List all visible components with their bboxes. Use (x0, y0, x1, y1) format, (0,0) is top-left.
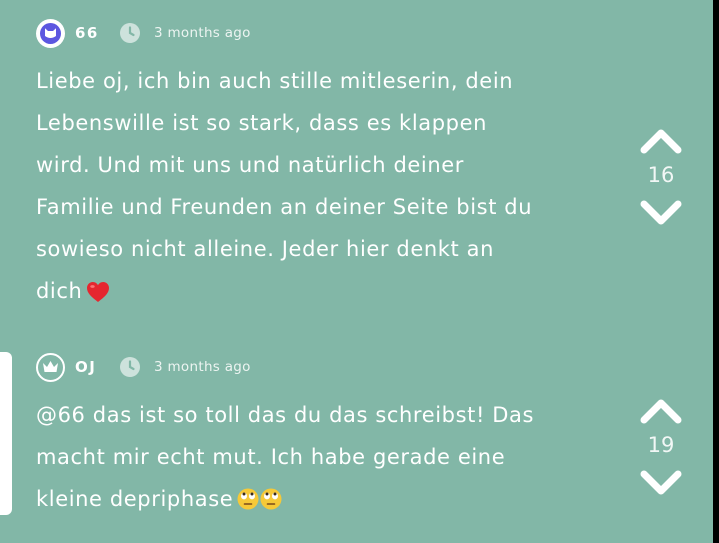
comment-username[interactable]: 66 (75, 24, 119, 42)
comment-line: kleine depriphase (36, 478, 636, 525)
avatar[interactable] (36, 352, 65, 382)
red-heart-icon (86, 275, 110, 317)
upvote-arrow-icon[interactable] (639, 398, 683, 424)
comment-timestamp: 3 months ago (154, 25, 251, 41)
comment-username[interactable]: OJ (75, 358, 119, 376)
vote-count: 16 (647, 163, 675, 187)
crown-icon (43, 361, 58, 372)
comment-timestamp: 3 months ago (154, 359, 251, 375)
comment-body: @66 das ist so toll das du das schreibst… (36, 394, 636, 525)
downvote-arrow-icon[interactable] (639, 200, 683, 226)
comment-line-text: dich (36, 279, 83, 303)
comment-header: 66 3 months ago (36, 18, 636, 48)
comment-line: wird. Und mit uns und natürlich deiner (36, 153, 465, 177)
window-edge (713, 0, 719, 543)
comment-line: dich (36, 270, 636, 317)
clock-icon (119, 22, 141, 44)
downvote-arrow-icon[interactable] (639, 470, 683, 496)
comment-line: sowieso nicht alleine. Jeder hier denkt … (36, 237, 495, 261)
comment-body: Liebe oj, ich bin auch stille mitleserin… (36, 60, 636, 317)
vote-widget-oj: 19 (636, 398, 686, 496)
rolling-eyes-emoji-icon (237, 483, 283, 525)
comment-line-text: kleine depriphase (36, 487, 234, 511)
vote-count: 19 (647, 433, 675, 457)
upvote-arrow-icon[interactable] (639, 128, 683, 154)
comment-line: @66 das ist so toll das du das schreibst… (36, 403, 535, 427)
comment-oj: OJ 3 months ago @66 das ist so toll das … (36, 352, 636, 525)
cat-icon (40, 22, 61, 44)
vote-widget-66: 16 (636, 128, 686, 226)
comment-line: Liebe oj, ich bin auch stille mitleserin… (36, 69, 514, 93)
comment-line: Familie und Freunden an deiner Seite bis… (36, 195, 533, 219)
comment-line: Lebenswille ist so stark, dass es klappe… (36, 111, 488, 135)
avatar[interactable] (36, 18, 65, 48)
comment-header: OJ 3 months ago (36, 352, 636, 382)
comment-66: 66 3 months ago Liebe oj, ich bin auch s… (36, 18, 636, 317)
reply-indicator-bar (0, 352, 12, 515)
comment-line: macht mir echt mut. Ich habe gerade eine (36, 445, 506, 469)
clock-icon (119, 356, 141, 378)
